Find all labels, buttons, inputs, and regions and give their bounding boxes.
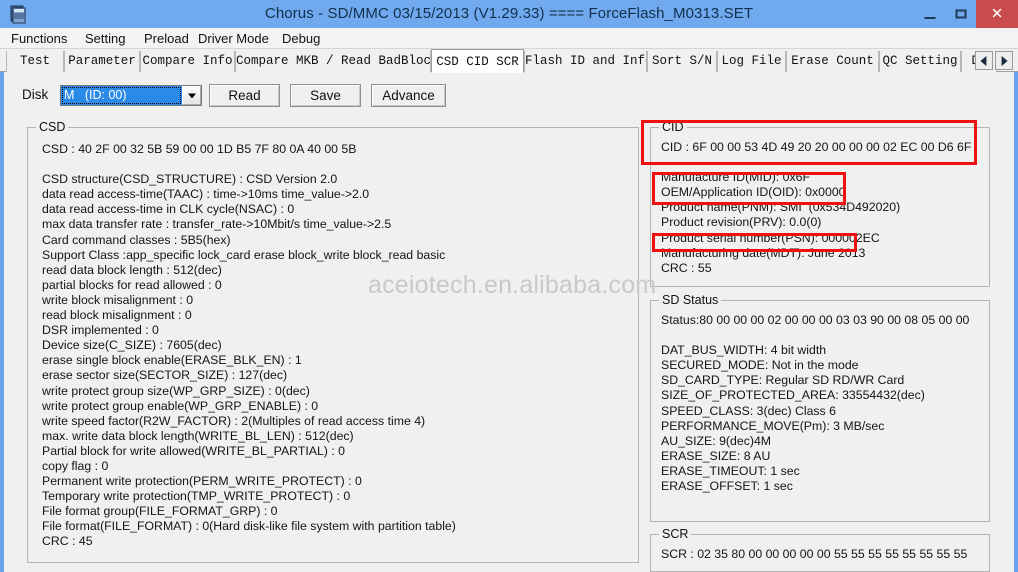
text-line: CSD : 40 2F 00 32 5B 59 00 00 1D B5 7F 8…: [42, 142, 357, 156]
sd-status-group-title: SD Status: [659, 293, 722, 307]
text-line: Status:80 00 00 00 02 00 00 00 03 03 90 …: [661, 313, 970, 327]
text-line: [661, 328, 985, 343]
text-line: Device size(C_SIZE) : 7605(dec): [42, 338, 222, 353]
cid-group-title: CID: [659, 120, 687, 134]
scr-lines: SCR : 02 35 80 00 00 00 00 00 55 55 55 5…: [661, 547, 985, 562]
text-line: OEM/Application ID(OID): 0x0000: [661, 185, 846, 200]
tab-qc-setting[interactable]: QC Setting: [879, 51, 961, 72]
text-line: data read access-time(TAAC) : time->10ms…: [42, 187, 370, 202]
text-line: CRC : 55: [661, 260, 712, 275]
menu-item-debug[interactable]: Debug: [277, 30, 325, 47]
text-line: ERASE_SIZE: 8 AU: [661, 448, 771, 463]
text-line: write protect group enable(WP_GRP_ENABLE…: [42, 398, 319, 413]
read-button[interactable]: Read: [209, 84, 280, 107]
menu-item-driver-mode[interactable]: Driver Mode: [193, 30, 274, 47]
text-line: read data block length : 512(dec): [42, 262, 222, 277]
tab-sort-s-n[interactable]: Sort S/N: [647, 51, 717, 72]
text-line: ERASE_OFFSET: 1 sec: [661, 479, 793, 494]
tab-scroll-right-button[interactable]: [995, 51, 1013, 70]
text-line: PERFORMANCE_MOVE(Pm): 3 MB/sec: [661, 418, 885, 433]
text-line: SPEED_CLASS: 3(dec) Class 6: [661, 403, 836, 418]
cid-lines: CID : 6F 00 00 53 4D 49 20 20 00 00 00 0…: [661, 140, 985, 276]
maximize-icon: [955, 9, 966, 19]
menu-item-preload[interactable]: Preload: [139, 30, 194, 47]
tab-flash-id-and-info[interactable]: Flash ID and Info: [524, 51, 647, 72]
text-line: SECURED_MODE: Not in the mode: [661, 358, 859, 373]
text-line: write block misalignment : 0: [42, 292, 194, 307]
csd-group: CSD CSD : 40 2F 00 32 5B 59 00 00 1D B5 …: [27, 120, 639, 563]
text-line: Partial block for write allowed(WRITE_BL…: [42, 443, 345, 458]
application-window: Chorus - SD/MMC 03/15/2013 (V1.29.33) ==…: [0, 0, 1018, 572]
text-line: write speed factor(R2W_FACTOR) : 2(Multi…: [42, 413, 426, 428]
text-line: write protect group size(WP_GRP_SIZE) : …: [42, 383, 310, 398]
text-line: Temporary write protection(TMP_WRITE_PRO…: [42, 489, 351, 504]
tab-strip: DiQC SettingErase CountLog FileSort S/NF…: [0, 49, 1018, 73]
text-line: Permanent write protection(PERM_WRITE_PR…: [42, 474, 362, 489]
text-line: CID : 6F 00 00 53 4D 49 20 20 00 00 00 0…: [661, 140, 972, 154]
tab-csd-cid-scr[interactable]: CSD CID SCR: [431, 49, 524, 73]
text-line: CSD structure(CSD_STRUCTURE) : CSD Versi…: [42, 172, 338, 187]
save-button[interactable]: Save: [290, 84, 361, 107]
text-line: AU_SIZE: 9(dec)4M: [661, 433, 772, 448]
menu-bar: Functions Setting Preload Driver Mode Debug: [0, 28, 1018, 49]
text-line: Manufacturing date(MDT): June 2013: [661, 245, 866, 260]
title-bar: Chorus - SD/MMC 03/15/2013 (V1.29.33) ==…: [0, 0, 1018, 28]
text-line: Product revision(PRV): 0.0(0): [661, 215, 822, 230]
scr-group: SCR SCR : 02 35 80 00 00 00 00 00 55 55 …: [650, 527, 990, 572]
text-line: max data transfer rate : transfer_rate->…: [42, 217, 392, 232]
tab-test[interactable]: Test: [6, 51, 64, 72]
text-line: Card command classes : 5B5(hex): [42, 232, 231, 247]
minimize-icon: [924, 17, 935, 19]
tab-erase-count[interactable]: Erase Count: [786, 51, 879, 72]
sd-status-lines: Status:80 00 00 00 02 00 00 00 03 03 90 …: [661, 313, 985, 494]
csd-lines: CSD : 40 2F 00 32 5B 59 00 00 1D B5 7F 8…: [42, 142, 634, 550]
close-button[interactable]: ✕: [976, 0, 1018, 28]
tab-compare-mkb-read-badblock[interactable]: Compare MKB / Read BadBlock: [235, 51, 431, 72]
text-line: erase sector size(SECTOR_SIZE) : 127(dec…: [42, 368, 288, 383]
tab-scroll-left-button[interactable]: [975, 51, 993, 70]
text-line: [42, 157, 634, 172]
advance-button[interactable]: Advance: [371, 84, 446, 107]
csd-group-title: CSD: [36, 120, 69, 134]
text-line: Support Class :app_specific lock_card er…: [42, 247, 446, 262]
disk-label: Disk: [22, 87, 49, 102]
window-title: Chorus - SD/MMC 03/15/2013 (V1.29.33) ==…: [264, 5, 754, 22]
left-arrow-icon: [980, 55, 987, 66]
text-line: Product name(PNM): SMI (0x534D492020): [661, 200, 901, 215]
chevron-down-icon[interactable]: [182, 86, 201, 105]
menu-item-functions[interactable]: Functions: [6, 30, 72, 47]
text-line: erase single block enable(ERASE_BLK_EN) …: [42, 353, 302, 368]
text-line: SCR : 02 35 80 00 00 00 00 00 55 55 55 5…: [661, 547, 968, 561]
cid-group: CID CID : 6F 00 00 53 4D 49 20 20 00 00 …: [650, 120, 990, 287]
text-line: SIZE_OF_PROTECTED_AREA: 33554432(dec): [661, 388, 925, 403]
right-arrow-icon: [1001, 55, 1008, 66]
tab-log-file[interactable]: Log File: [717, 51, 786, 72]
text-line: ERASE_TIMEOUT: 1 sec: [661, 463, 800, 478]
scr-group-title: SCR: [659, 527, 692, 541]
close-icon: ✕: [990, 5, 1004, 23]
tab-parameter[interactable]: Parameter: [64, 51, 140, 72]
disk-select[interactable]: M (ID: 00): [60, 85, 202, 106]
text-line: DAT_BUS_WIDTH: 4 bit width: [661, 343, 827, 358]
menu-item-setting[interactable]: Setting: [80, 30, 130, 47]
text-line: File format group(FILE_FORMAT_GRP) : 0: [42, 504, 278, 519]
sd-status-group: SD Status Status:80 00 00 00 02 00 00 00…: [650, 293, 990, 522]
text-line: data read access-time in CLK cycle(NSAC)…: [42, 202, 295, 217]
text-line: partial blocks for read allowed : 0: [42, 277, 222, 292]
minimize-button[interactable]: [914, 0, 945, 28]
disk-select-value: M (ID: 00): [61, 86, 182, 105]
text-line: read block misalignment : 0: [42, 308, 192, 323]
text-line: Product serial number(PSN): 000002EC: [661, 230, 880, 245]
maximize-button[interactable]: [945, 0, 976, 28]
text-line: DSR implemented : 0: [42, 323, 159, 338]
text-line: SD_CARD_TYPE: Regular SD RD/WR Card: [661, 373, 905, 388]
text-line: max. write data block length(WRITE_BL_LE…: [42, 428, 354, 443]
text-line: File format(FILE_FORMAT) : 0(Hard disk-l…: [42, 519, 456, 534]
text-line: CRC : 45: [42, 534, 93, 549]
text-line: [661, 155, 985, 170]
text-line: Manufacture ID(MID): 0x6F: [661, 170, 810, 185]
tab-compare-info[interactable]: Compare Info: [140, 51, 235, 72]
text-line: copy flag : 0: [42, 458, 109, 473]
